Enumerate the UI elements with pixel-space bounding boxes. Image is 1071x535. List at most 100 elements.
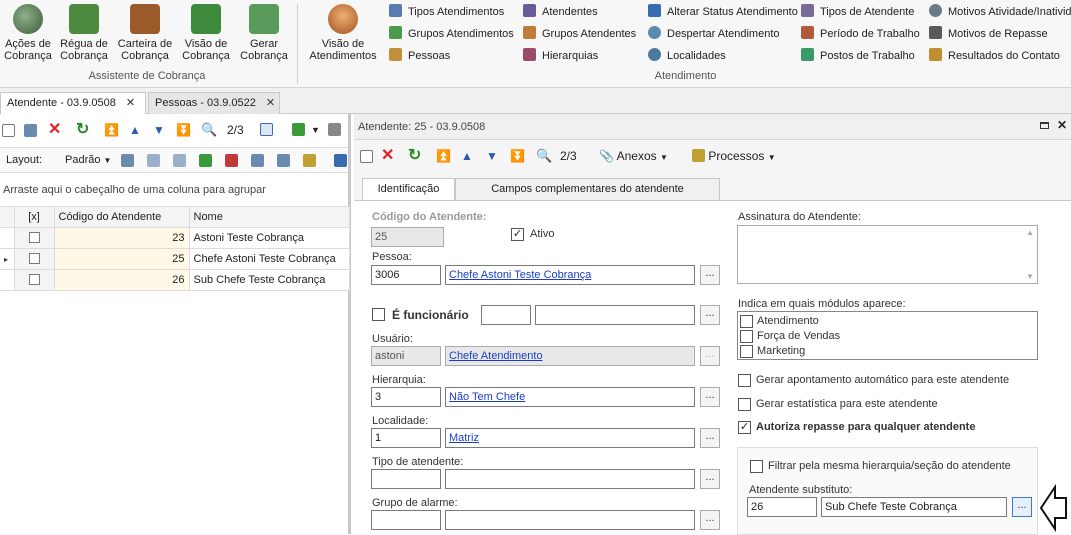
localidade-link[interactable]: Matriz xyxy=(449,432,479,444)
next-record-icon[interactable]: ▼ xyxy=(486,145,498,167)
first-record-icon[interactable]: ⏫ xyxy=(104,119,119,141)
chart-icon[interactable] xyxy=(334,154,347,167)
previous-record-icon[interactable]: ▲ xyxy=(129,119,141,141)
localidade-code-field[interactable]: 1 xyxy=(371,428,441,448)
refresh-icon[interactable]: ↻ xyxy=(408,145,421,167)
grupos-atendentes-button[interactable]: Grupos Atendentes xyxy=(523,25,636,43)
gerar-estatistica-checkbox[interactable] xyxy=(738,398,751,411)
grupos-atendimentos-button[interactable]: Grupos Atendimentos xyxy=(389,25,514,43)
gerar-apontamento-checkbox[interactable] xyxy=(738,374,751,387)
localidade-lookup-button[interactable]: ... xyxy=(700,428,720,448)
tipo-atendente-name-field[interactable] xyxy=(445,469,695,489)
refresh-icon[interactable]: ↻ xyxy=(76,119,89,141)
tab-identificacao[interactable]: Identificação xyxy=(362,178,455,200)
last-record-icon[interactable]: ⏬ xyxy=(176,119,191,141)
tab-campos-complementares[interactable]: Campos complementares do atendente xyxy=(455,178,720,200)
modulo-forca-vendas-checkbox[interactable] xyxy=(740,330,753,343)
table-row[interactable]: 26 Sub Chefe Teste Cobrança xyxy=(0,269,350,291)
visao-cobranca-button[interactable]: Visão de Cobrança xyxy=(180,4,232,62)
localidade-name-field[interactable]: Matriz xyxy=(445,428,695,448)
pessoa-link[interactable]: Chefe Astoni Teste Cobrança xyxy=(449,269,591,281)
column-header-name[interactable]: Nome xyxy=(188,206,350,228)
table-row[interactable]: 23 Astoni Teste Cobrança xyxy=(0,227,350,249)
modulo-marketing-checkbox[interactable] xyxy=(740,345,753,358)
pessoa-code-field[interactable]: 3006 xyxy=(371,265,441,285)
codigo-field[interactable]: 25 xyxy=(371,227,444,247)
tipo-atendente-code-field[interactable] xyxy=(371,469,441,489)
scroll-up-icon[interactable]: ▲ xyxy=(1026,228,1034,237)
row-checkbox[interactable] xyxy=(13,227,55,249)
next-record-icon[interactable]: ▼ xyxy=(153,119,165,141)
table-row[interactable]: ▸ 25 Chefe Astoni Teste Cobrança xyxy=(0,248,350,270)
layout-grid-icon[interactable] xyxy=(173,154,186,167)
checkbox[interactable] xyxy=(28,273,40,285)
close-icon[interactable]: ✕ xyxy=(126,97,135,109)
layout-select[interactable]: Padrão ▼ xyxy=(65,154,111,166)
row-checkbox[interactable] xyxy=(13,269,55,291)
export-icon[interactable] xyxy=(292,123,305,136)
funcionario-name-field[interactable] xyxy=(535,305,695,325)
usuario-link[interactable]: Chefe Atendimento xyxy=(449,350,543,362)
pessoa-name-field[interactable]: Chefe Astoni Teste Cobrança xyxy=(445,265,695,285)
grupo-alarme-code-field[interactable] xyxy=(371,510,441,530)
filtrar-hierarquia-checkbox[interactable] xyxy=(750,460,763,473)
hierarquia-link[interactable]: Não Tem Chefe xyxy=(449,391,525,403)
last-record-icon[interactable]: ⏬ xyxy=(510,145,525,167)
regua-cobranca-button[interactable]: Régua de Cobrança xyxy=(58,4,110,62)
postos-trabalho-button[interactable]: Postos de Trabalho xyxy=(801,47,915,65)
periodo-trabalho-button[interactable]: Período de Trabalho xyxy=(801,25,920,43)
delete-icon[interactable]: ✕ xyxy=(381,145,394,167)
funcionario-checkbox[interactable] xyxy=(372,308,385,321)
hierarquia-name-field[interactable]: Não Tem Chefe xyxy=(445,387,695,407)
alterar-status-button[interactable]: Alterar Status Atendimento xyxy=(648,3,798,21)
row-checkbox[interactable] xyxy=(13,248,55,270)
calendar-view-icon[interactable] xyxy=(260,123,273,136)
checkbox[interactable] xyxy=(28,231,40,243)
layout-sort-icon[interactable] xyxy=(277,154,290,167)
acoes-cobranca-button[interactable]: Ações de Cobrança xyxy=(3,4,53,62)
close-icon[interactable]: ✕ xyxy=(1057,118,1067,132)
scroll-down-icon[interactable]: ▼ xyxy=(1026,272,1034,281)
modulo-atendimento-checkbox[interactable] xyxy=(740,315,753,328)
layout-export-icon[interactable] xyxy=(225,154,238,167)
grupo-alarme-lookup-button[interactable]: ... xyxy=(700,510,720,530)
hierarquia-lookup-button[interactable]: ... xyxy=(700,387,720,407)
despertar-atendimento-button[interactable]: Despertar Atendimento xyxy=(648,25,780,43)
layout-filter-icon[interactable] xyxy=(251,154,264,167)
layout-save-icon[interactable] xyxy=(121,154,134,167)
substituto-code-field[interactable]: 26 xyxy=(747,497,817,517)
ativo-checkbox[interactable]: ✓ xyxy=(511,228,524,241)
autoriza-repasse-checkbox[interactable]: ✓ xyxy=(738,421,751,434)
motivos-atividade-button[interactable]: Motivos Atividade/Inativid xyxy=(929,3,1071,21)
hierarquias-button[interactable]: Hierarquias xyxy=(523,47,598,65)
carteira-cobranca-button[interactable]: Carteira de Cobrança xyxy=(116,4,174,62)
tipos-atendente-button[interactable]: Tipos de Atendente xyxy=(801,3,914,21)
layout-group-icon[interactable] xyxy=(303,154,316,167)
maximize-icon[interactable] xyxy=(1040,122,1049,129)
print-icon[interactable] xyxy=(328,123,341,136)
grupo-alarme-name-field[interactable] xyxy=(445,510,695,530)
find-icon[interactable]: 🔍 xyxy=(536,145,552,167)
atendentes-button[interactable]: Atendentes xyxy=(523,3,598,21)
pessoa-lookup-button[interactable]: ... xyxy=(700,265,720,285)
usuario-name-field[interactable]: Chefe Atendimento xyxy=(445,346,695,366)
pessoas-button[interactable]: Pessoas xyxy=(389,47,450,65)
hierarquia-code-field[interactable]: 3 xyxy=(371,387,441,407)
chevron-down-icon[interactable]: ▼ xyxy=(311,119,320,141)
substituto-name-field[interactable]: Sub Chefe Teste Cobrança xyxy=(821,497,1007,517)
checkbox[interactable] xyxy=(28,252,40,264)
layout-columns-icon[interactable] xyxy=(147,154,160,167)
gerar-cobranca-button[interactable]: Gerar Cobrança xyxy=(238,4,290,62)
tipo-atendente-lookup-button[interactable]: ... xyxy=(700,469,720,489)
delete-icon[interactable]: ✕ xyxy=(48,119,61,141)
column-header-select[interactable]: [x] xyxy=(13,206,55,228)
layout-import-icon[interactable] xyxy=(199,154,212,167)
previous-record-icon[interactable]: ▲ xyxy=(461,145,473,167)
funcionario-lookup-button[interactable]: ... xyxy=(700,305,720,325)
visao-atendimentos-button[interactable]: Visão de Atendimentos xyxy=(306,4,380,62)
funcionario-code-field[interactable] xyxy=(481,305,531,325)
tab-atendente[interactable]: Atendente - 03.9.0508 ✕ xyxy=(0,92,146,114)
localidades-button[interactable]: Localidades xyxy=(648,47,726,65)
assinatura-textarea[interactable]: ▲ ▼ xyxy=(737,225,1038,284)
anexos-button[interactable]: 📎 Anexos ▼ xyxy=(599,145,668,169)
